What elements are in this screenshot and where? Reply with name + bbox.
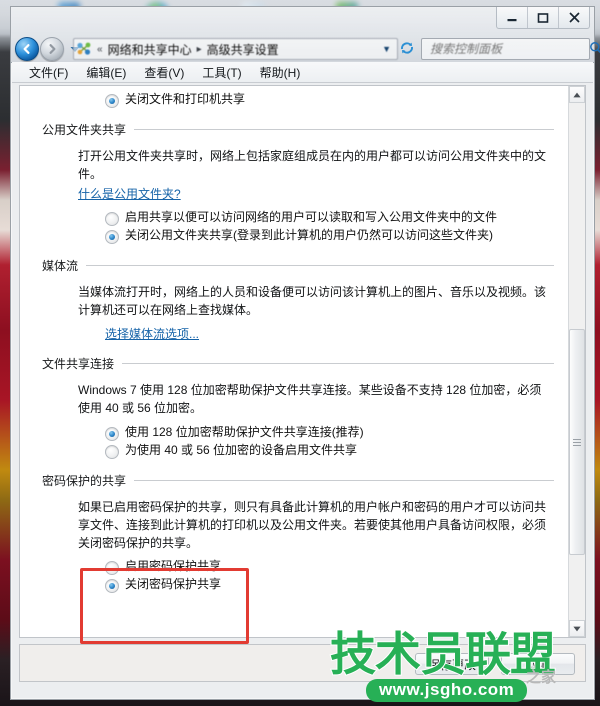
menu-item-help[interactable]: 帮助(H) [251,62,310,83]
choose-media-streaming-options-link[interactable]: 选择媒体流选项... [105,325,199,342]
radio-icon[interactable] [105,230,119,244]
menu-item-file[interactable]: 文件(F) [20,62,77,83]
cancel-button[interactable]: 取消 [501,653,575,675]
refresh-icon[interactable] [399,40,415,56]
section-header: 文件共享连接 [42,355,554,372]
section-description: Windows 7 使用 128 位加密帮助保护文件共享连接。某些设备不支持 1… [78,383,542,415]
breadcrumb-overflow[interactable]: « [97,44,103,55]
radio-label: 关闭公用文件夹共享(登录到此计算机的用户仍然可以访问这些文件夹) [125,228,493,242]
section-title: 文件共享连接 [42,357,115,371]
section-header: 媒体流 [42,257,554,274]
radio-icon[interactable] [105,561,119,575]
radio-icon[interactable] [105,445,119,459]
radio-label: 启用密码保护共享 [125,559,222,573]
section-file-sharing-connections: 文件共享连接 Windows 7 使用 128 位加密帮助保护文件共享连接。某些… [20,355,568,459]
section-divider [134,129,554,130]
radio-row-public-sharing-off[interactable]: 关闭公用文件夹共享(登录到此计算机的用户仍然可以访问这些文件夹) [105,228,568,244]
radio-row-password-protection-on[interactable]: 启用密码保护共享 [105,559,568,575]
section-divider [122,363,554,364]
section-title: 媒体流 [42,259,79,273]
window-controls [496,7,590,29]
scrollbar-grip-icon [573,438,581,446]
section-divider [134,480,554,481]
navigation-buttons [15,37,82,61]
radio-row-public-sharing-on[interactable]: 启用共享以便可以访问网络的用户可以读取和写入公用文件夹中的文件 [105,210,568,226]
menu-bar: 文件(F) 编辑(E) 查看(V) 工具(T) 帮助(H) [12,62,593,83]
section-header: 密码保护的共享 [42,472,554,489]
save-changes-button[interactable]: 保存更改 [415,653,489,675]
section-divider [86,265,554,266]
radio-label: 启用共享以便可以访问网络的用户可以读取和写入公用文件夹中的文件 [125,210,498,224]
section-media-streaming: 媒体流 当媒体流打开时，网络上的人员和设备便可以访问该计算机上的图片、音乐以及视… [20,257,568,342]
scroll-up-icon[interactable] [569,86,585,103]
radio-label: 为使用 40 或 56 位加密的设备启用文件共享 [125,443,358,457]
search-input[interactable] [428,41,589,57]
menu-item-tools[interactable]: 工具(T) [193,62,250,83]
radio-label: 使用 128 位加密帮助保护文件共享连接(推荐) [125,425,364,439]
control-panel-window: « 网络和共享中心 ▸ 高级共享设置 ▼ 搜索控制面板 文件(F) 编辑(E) … [10,6,600,700]
section-password-protected-sharing: 密码保护的共享 如果已启用密码保护的共享，则只有具备此计算机的用户帐户和密码的用… [20,472,568,593]
section-title: 密码保护的共享 [42,474,127,488]
section-title: 公用文件夹共享 [42,123,127,137]
breadcrumb-separator-icon: ▸ [196,43,202,55]
address-dropdown-icon[interactable]: ▼ [382,44,391,54]
scroll-down-icon[interactable] [569,620,585,637]
maximize-button[interactable] [527,7,558,28]
radio-row-printer-sharing-off[interactable]: 关闭文件和打印机共享 [105,92,568,108]
settings-scroll-content: 关闭文件和打印机共享 公用文件夹共享 打开公用文件夹共享时，网络上包括家庭组成员… [20,86,568,595]
back-icon[interactable] [15,37,39,61]
settings-content-pane: 关闭文件和打印机共享 公用文件夹共享 打开公用文件夹共享时，网络上包括家庭组成员… [19,85,586,638]
search-icon[interactable] [589,41,600,58]
radio-label: 关闭密码保护共享 [125,577,222,591]
radio-icon[interactable] [105,579,119,593]
scrollbar-thumb[interactable] [569,329,585,555]
section-description: 如果已启用密码保护的共享，则只有具备此计算机的用户帐户和密码的用户才可以访问共享… [78,500,547,550]
address-bar[interactable]: « 网络和共享中心 ▸ 高级共享设置 ▼ [73,38,398,60]
section-public-folder-sharing: 公用文件夹共享 打开公用文件夹共享时，网络上包括家庭组成员在内的用户都可以访问公… [20,121,568,244]
breadcrumb-item-network-center[interactable]: 网络和共享中心 [108,41,192,58]
network-icon [76,41,92,57]
section-link-wrap: 什么是公用文件夹? [78,185,552,203]
section-header: 公用文件夹共享 [42,121,554,138]
minimize-button[interactable] [497,7,527,28]
radio-icon[interactable] [105,212,119,226]
section-description: 打开公用文件夹共享时，网络上包括家庭组成员在内的用户都可以访问公用文件夹中的文件… [78,149,547,181]
menu-item-view[interactable]: 查看(V) [135,62,193,83]
radio-icon[interactable] [105,427,119,441]
radio-row-40-56bit-encryption[interactable]: 为使用 40 或 56 位加密的设备启用文件共享 [105,443,568,459]
radio-icon[interactable] [105,94,119,108]
radio-label: 关闭文件和打印机共享 [125,92,246,106]
section-link-wrap: 选择媒体流选项... [105,325,568,342]
menu-item-edit[interactable]: 编辑(E) [77,62,135,83]
vertical-scrollbar[interactable] [568,86,585,637]
breadcrumb-item-advanced-sharing[interactable]: 高级共享设置 [207,41,279,58]
radio-row-password-protection-off[interactable]: 关闭密码保护共享 [105,577,568,593]
forward-icon[interactable] [40,37,64,61]
dialog-footer-bar: 保存更改 取消 [19,644,586,682]
radio-row-128bit-encryption[interactable]: 使用 128 位加密帮助保护文件共享连接(推荐) [105,425,568,441]
close-button[interactable] [558,7,589,28]
what-is-public-folder-link[interactable]: 什么是公用文件夹? [78,185,181,203]
search-box[interactable] [421,38,600,60]
window-title-band: « 网络和共享中心 ▸ 高级共享设置 ▼ [11,7,600,63]
section-description: 当媒体流打开时，网络上的人员和设备便可以访问该计算机上的图片、音乐以及视频。该计… [78,285,547,317]
